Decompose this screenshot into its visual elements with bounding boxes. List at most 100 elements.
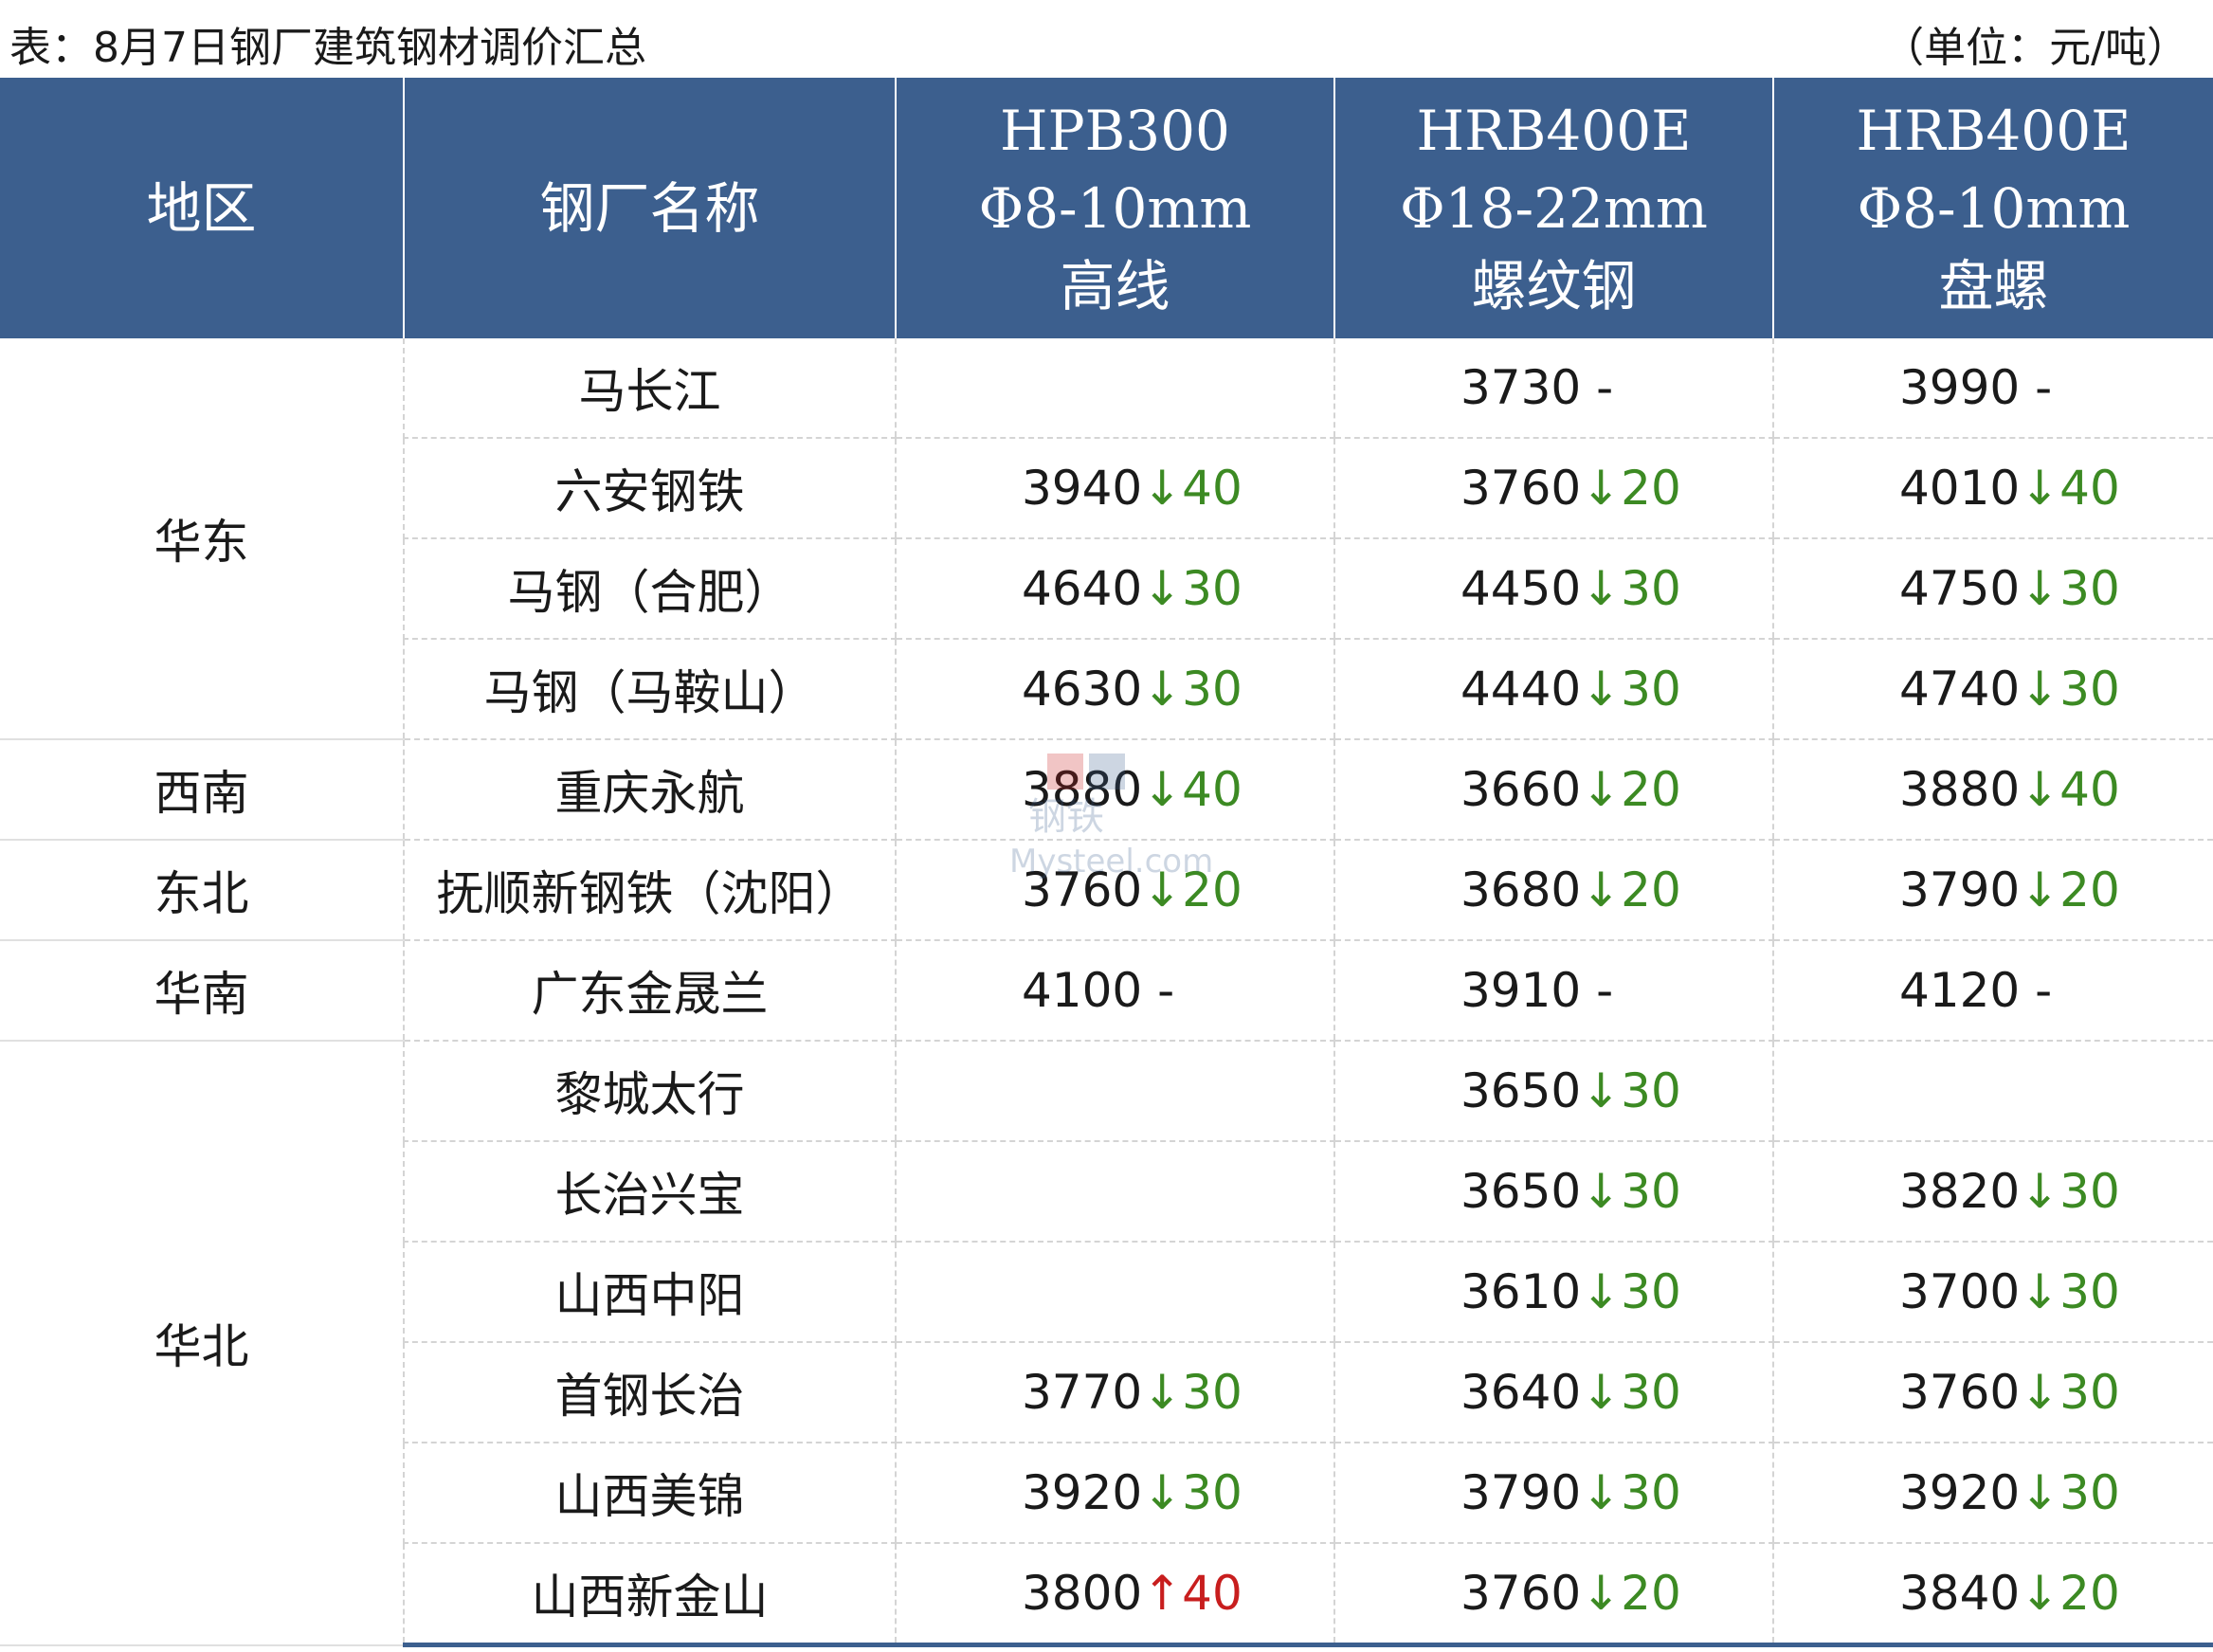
- price-cell: 4630↓30: [895, 639, 1334, 740]
- arrow-down-icon: ↓: [1581, 1566, 1622, 1621]
- arrow-down-icon: ↓: [1142, 1465, 1183, 1520]
- price-change: 20: [2059, 1566, 2120, 1621]
- price-cell: 3940↓40: [895, 438, 1334, 539]
- price-cell: 3880↓40: [1772, 739, 2213, 841]
- price-value: 3730: [1460, 360, 1582, 415]
- price-value: 3770: [1022, 1365, 1143, 1420]
- arrow-down-icon: ↓: [1142, 662, 1183, 717]
- unit-note: （单位：元/吨）: [1882, 24, 2188, 72]
- price-value: 3700: [1899, 1264, 2021, 1319]
- price-value: 3910: [1460, 963, 1582, 1018]
- table-row: 华北 黎城太行 3650↓30: [0, 1041, 2213, 1646]
- price-value: 4640: [1022, 561, 1143, 616]
- price-cell: 4750↓30: [1772, 538, 2213, 640]
- price-change: -: [2035, 963, 2053, 1018]
- price-change: 20: [1621, 862, 1681, 917]
- mill-name-cell: 广东金晟兰: [403, 940, 896, 1042]
- header-region: 地区: [0, 78, 404, 338]
- price-cell: 3660↓20: [1333, 739, 1773, 841]
- price-value: 3920: [1899, 1465, 2021, 1520]
- mill-name-cell: 抚顺新钢铁（沈阳）: [403, 840, 896, 941]
- price-change: 30: [1621, 561, 1681, 616]
- price-value: 3790: [1899, 862, 2021, 917]
- mill-name-cell: 重庆永航: [403, 739, 896, 841]
- price-value: 3660: [1460, 762, 1582, 817]
- price-cell: 3920↓30: [1772, 1443, 2213, 1544]
- price-cell: 3700↓30: [1772, 1242, 2213, 1343]
- price-change: 20: [2059, 862, 2120, 917]
- header-type: 高线: [1060, 253, 1170, 318]
- mill-name-cell: 马钢（合肥）: [403, 538, 896, 640]
- price-change: 30: [1621, 1063, 1681, 1118]
- price-cell: [895, 1041, 1334, 1142]
- mill-name-cell: 六安钢铁: [403, 438, 896, 539]
- price-change: 30: [1182, 561, 1243, 616]
- price-cell: 3880↓40: [895, 739, 1334, 841]
- region-cell: 华南: [0, 940, 404, 1042]
- header-hrb400e-rebar: HRB400E Φ18-22mm 螺纹钢: [1333, 78, 1773, 338]
- arrow-down-icon: ↓: [1581, 1465, 1622, 1520]
- price-cell: 3730 -: [1333, 338, 1773, 439]
- price-value: 3820: [1899, 1164, 2021, 1219]
- price-value: 3760: [1460, 1566, 1582, 1621]
- price-change: 30: [1621, 1164, 1681, 1219]
- price-value: 4750: [1899, 561, 2021, 616]
- price-value: 4740: [1899, 662, 2021, 717]
- price-cell: [895, 338, 1334, 439]
- price-change: 30: [2059, 1365, 2120, 1420]
- price-value: 3650: [1460, 1063, 1582, 1118]
- header-grade: HPB300: [1000, 98, 1230, 163]
- price-cell: 3800↑40: [895, 1543, 1334, 1647]
- header-hrb400e-coil: HRB400E Φ8-10mm 盘螺: [1772, 78, 2213, 338]
- arrow-down-icon: ↓: [1581, 762, 1622, 817]
- price-cell: 4740↓30: [1772, 639, 2213, 740]
- price-change: 30: [1621, 662, 1681, 717]
- price-change: 30: [1621, 1264, 1681, 1319]
- table-row: 华南 广东金晟兰 4100 -3910 -4120 -: [0, 940, 2213, 1042]
- price-cell: 4450↓30: [1333, 538, 1773, 640]
- table-row: 西南 重庆永航 3880↓40 3660↓20 3880↓40: [0, 739, 2213, 841]
- price-value: 3800: [1022, 1566, 1143, 1621]
- price-value: 3940: [1022, 461, 1143, 516]
- price-adjustment-table: 地区 钢厂名称 HPB300 Φ8-10mm 高线 HRB400E Φ18-22…: [0, 78, 2213, 1647]
- price-change: 40: [2059, 762, 2120, 817]
- mill-name-cell: 山西新金山: [403, 1543, 896, 1647]
- arrow-down-icon: ↓: [2020, 662, 2060, 717]
- arrow-down-icon: ↓: [1142, 762, 1183, 817]
- mill-name-cell: 山西中阳: [403, 1242, 896, 1343]
- price-cell: 3790↓20: [1772, 840, 2213, 941]
- price-cell: 3760↓20: [1333, 1543, 1773, 1647]
- price-change: 40: [1182, 461, 1243, 516]
- header-grade: HRB400E: [1856, 98, 2131, 163]
- price-change: 30: [2059, 1164, 2120, 1219]
- arrow-down-icon: ↓: [2020, 762, 2060, 817]
- arrow-down-icon: ↓: [2020, 1365, 2060, 1420]
- price-change: 30: [2059, 1465, 2120, 1520]
- price-cell: 3760↓30: [1772, 1342, 2213, 1443]
- price-cell: 4640↓30: [895, 538, 1334, 640]
- arrow-down-icon: ↓: [2020, 561, 2060, 616]
- header-grade: HRB400E: [1416, 98, 1692, 163]
- region-cell: 华北: [0, 1041, 404, 1646]
- arrow-down-icon: ↓: [2020, 862, 2060, 917]
- arrow-down-icon: ↓: [2020, 1465, 2060, 1520]
- arrow-down-icon: ↓: [2020, 1164, 2060, 1219]
- header-type: 盘螺: [1938, 253, 2049, 318]
- arrow-down-icon: ↓: [1581, 1063, 1622, 1118]
- price-change: 20: [1621, 461, 1681, 516]
- table-title: 表：8月7日钢厂建筑钢材调价汇总: [9, 24, 646, 72]
- arrow-down-icon: ↓: [1142, 1365, 1183, 1420]
- header-row: 地区 钢厂名称 HPB300 Φ8-10mm 高线 HRB400E Φ18-22…: [0, 78, 2213, 338]
- price-change: 40: [1182, 1566, 1243, 1621]
- price-change: 20: [1621, 1566, 1681, 1621]
- header-mill: 钢厂名称: [403, 78, 896, 338]
- price-value: 3790: [1460, 1465, 1582, 1520]
- price-cell: 4120 -: [1772, 940, 2213, 1042]
- price-change: -: [1157, 963, 1175, 1018]
- table-caption: 表：8月7日钢厂建筑钢材调价汇总 （单位：元/吨）: [0, 0, 2213, 78]
- price-cell: [895, 1242, 1334, 1343]
- arrow-down-icon: ↓: [1581, 662, 1622, 717]
- price-value: 3990: [1899, 360, 2021, 415]
- price-value: 3840: [1899, 1566, 2021, 1621]
- price-value: 4630: [1022, 662, 1143, 717]
